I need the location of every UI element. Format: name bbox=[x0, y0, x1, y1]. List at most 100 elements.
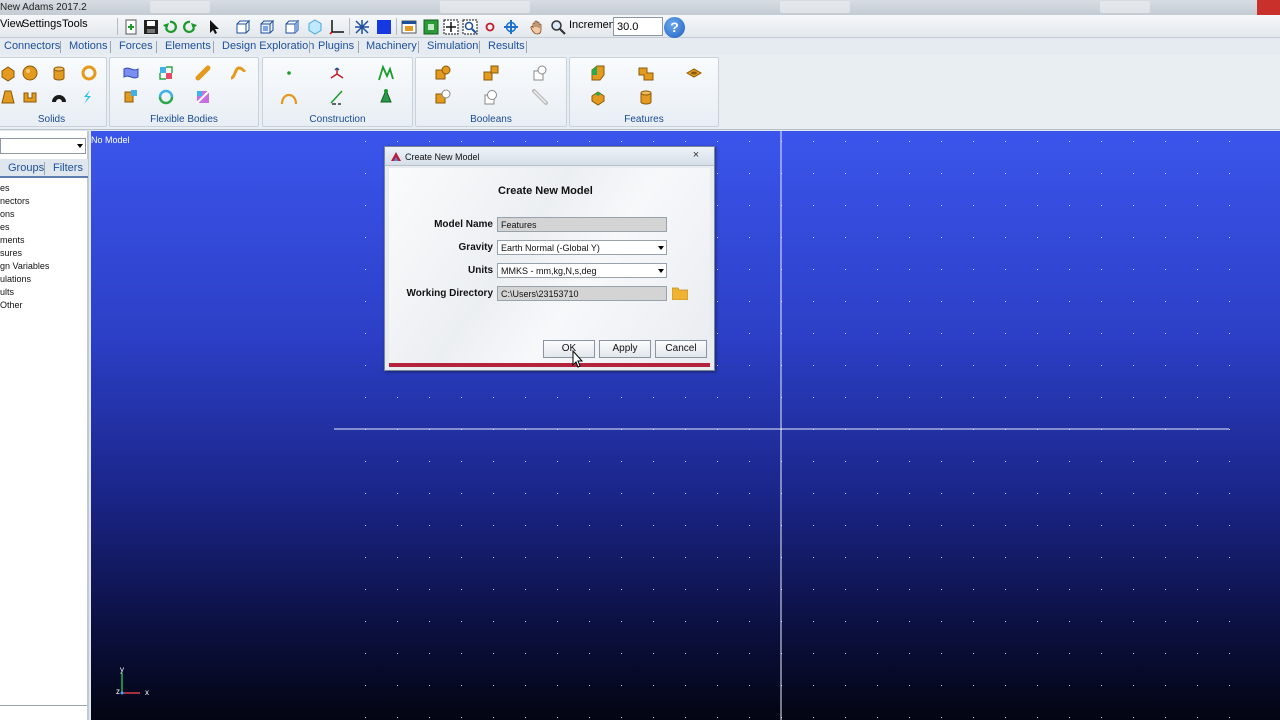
flex-icon-6[interactable] bbox=[155, 86, 177, 108]
center-icon[interactable] bbox=[460, 17, 480, 36]
grid-dot bbox=[813, 333, 814, 334]
sphere-icon[interactable] bbox=[19, 62, 41, 84]
tree-item[interactable]: es bbox=[0, 183, 10, 193]
split-icon[interactable] bbox=[480, 86, 502, 108]
render-solid-icon[interactable] bbox=[374, 17, 394, 36]
triad-icon[interactable] bbox=[327, 17, 347, 36]
toggle-icon[interactable] bbox=[352, 17, 372, 36]
chain-icon[interactable] bbox=[529, 86, 551, 108]
zoom-box-icon[interactable] bbox=[441, 17, 461, 36]
working-directory-field[interactable]: C:\Users\23153710 bbox=[497, 286, 667, 301]
select-arrow-icon[interactable] bbox=[204, 17, 224, 36]
plate-icon[interactable] bbox=[76, 86, 98, 108]
apply-button[interactable]: Apply bbox=[599, 340, 651, 358]
grid-dot bbox=[621, 717, 622, 718]
tree-item[interactable]: ulations bbox=[0, 274, 31, 284]
tab-filters[interactable]: Filters bbox=[53, 162, 83, 174]
cancel-button[interactable]: Cancel bbox=[655, 340, 707, 358]
close-icon[interactable]: × bbox=[685, 149, 707, 162]
window-close-button[interactable] bbox=[1257, 0, 1280, 15]
ok-button[interactable]: OK bbox=[543, 340, 595, 358]
view-right-icon[interactable] bbox=[282, 17, 302, 36]
frustum-icon[interactable] bbox=[0, 86, 19, 108]
zoom-icon[interactable] bbox=[548, 17, 568, 36]
point-icon[interactable] bbox=[278, 62, 300, 84]
folder-icon[interactable] bbox=[672, 286, 688, 300]
help-icon[interactable]: ? bbox=[664, 17, 685, 38]
union-icon[interactable] bbox=[432, 62, 454, 84]
tree-item[interactable]: ments bbox=[0, 235, 25, 245]
increment-input[interactable] bbox=[613, 17, 663, 36]
grid-dot bbox=[909, 525, 910, 526]
tree-item[interactable]: Other bbox=[0, 300, 23, 310]
flex-icon-3[interactable] bbox=[192, 62, 214, 84]
intersect-icon[interactable] bbox=[529, 62, 551, 84]
grid-dot bbox=[941, 589, 942, 590]
cylinder-icon[interactable] bbox=[48, 62, 70, 84]
save-icon[interactable] bbox=[141, 17, 161, 36]
grid-dot bbox=[365, 301, 366, 302]
tab-connectors[interactable]: Connectors bbox=[4, 40, 60, 52]
new-model-icon[interactable] bbox=[121, 17, 141, 36]
grid-dot bbox=[909, 461, 910, 462]
torus-icon[interactable] bbox=[78, 62, 100, 84]
model-name-field[interactable]: Features bbox=[497, 217, 667, 232]
tab-plugins[interactable]: Plugins bbox=[318, 40, 354, 52]
grid-dot bbox=[1037, 365, 1038, 366]
menu-view[interactable]: View bbox=[0, 18, 24, 30]
tab-design-exploration[interactable]: Design Exploration bbox=[222, 40, 314, 52]
polyline-icon[interactable] bbox=[375, 62, 397, 84]
tree-item[interactable]: sures bbox=[0, 248, 22, 258]
flex-icon-2[interactable] bbox=[155, 62, 177, 84]
window-icon[interactable] bbox=[399, 17, 419, 36]
tree-item[interactable]: ults bbox=[0, 287, 14, 297]
arc-icon[interactable] bbox=[48, 86, 70, 108]
undo-icon[interactable] bbox=[160, 17, 180, 36]
pan-hand-icon[interactable] bbox=[527, 17, 547, 36]
fit-icon[interactable] bbox=[421, 17, 441, 36]
tree-item[interactable]: ons bbox=[0, 209, 15, 219]
flex-icon-4[interactable] bbox=[227, 62, 249, 84]
rotate-icon[interactable] bbox=[501, 17, 521, 36]
tree-item[interactable]: gn Variables bbox=[0, 261, 49, 271]
box-icon[interactable] bbox=[0, 62, 19, 84]
flex-icon-1[interactable] bbox=[120, 62, 142, 84]
tab-machinery[interactable]: Machinery bbox=[366, 40, 417, 52]
flex-icon-5[interactable] bbox=[120, 86, 142, 108]
dialog-titlebar: Create New Model × bbox=[385, 147, 714, 166]
tab-results[interactable]: Results bbox=[488, 40, 525, 52]
units-select[interactable]: MMKS - mm,kg,N,s,deg bbox=[497, 263, 667, 278]
grid-dot bbox=[1229, 429, 1230, 430]
tree-item[interactable]: es bbox=[0, 222, 10, 232]
coordinate-icon[interactable] bbox=[326, 86, 348, 108]
view-top-icon[interactable] bbox=[257, 17, 277, 36]
menu-settings[interactable]: Settings bbox=[22, 18, 62, 30]
flex-icon-7[interactable] bbox=[192, 86, 214, 108]
view-front-icon[interactable] bbox=[233, 17, 253, 36]
tree-item[interactable]: nectors bbox=[0, 196, 30, 206]
marker-icon[interactable] bbox=[326, 62, 348, 84]
chamfer-icon[interactable] bbox=[587, 62, 609, 84]
merge-icon[interactable] bbox=[480, 62, 502, 84]
cut-icon[interactable] bbox=[432, 86, 454, 108]
redo-icon[interactable] bbox=[180, 17, 200, 36]
hollow-icon[interactable] bbox=[635, 86, 657, 108]
link-icon[interactable] bbox=[19, 86, 41, 108]
tab-separator bbox=[309, 41, 310, 53]
browser-filter-select[interactable] bbox=[0, 138, 86, 154]
boss-icon[interactable] bbox=[683, 62, 705, 84]
tab-groups[interactable]: Groups bbox=[8, 162, 44, 174]
tab-elements[interactable]: Elements bbox=[165, 40, 211, 52]
gravity-select[interactable]: Earth Normal (-Global Y) bbox=[497, 240, 667, 255]
point-target-icon[interactable] bbox=[480, 17, 500, 36]
hole-icon[interactable] bbox=[635, 62, 657, 84]
arc-construct-icon[interactable] bbox=[278, 86, 300, 108]
solid-spline-icon[interactable] bbox=[375, 86, 397, 108]
tab-forces[interactable]: Forces bbox=[119, 40, 153, 52]
main-toolbar: View Settings Tools Increment 30.0 bbox=[0, 15, 1280, 38]
view-iso-icon[interactable] bbox=[305, 17, 325, 36]
tab-motions[interactable]: Motions bbox=[69, 40, 108, 52]
fillet-icon[interactable] bbox=[587, 86, 609, 108]
tab-simulation[interactable]: Simulation bbox=[427, 40, 478, 52]
menu-tools[interactable]: Tools bbox=[62, 18, 88, 30]
